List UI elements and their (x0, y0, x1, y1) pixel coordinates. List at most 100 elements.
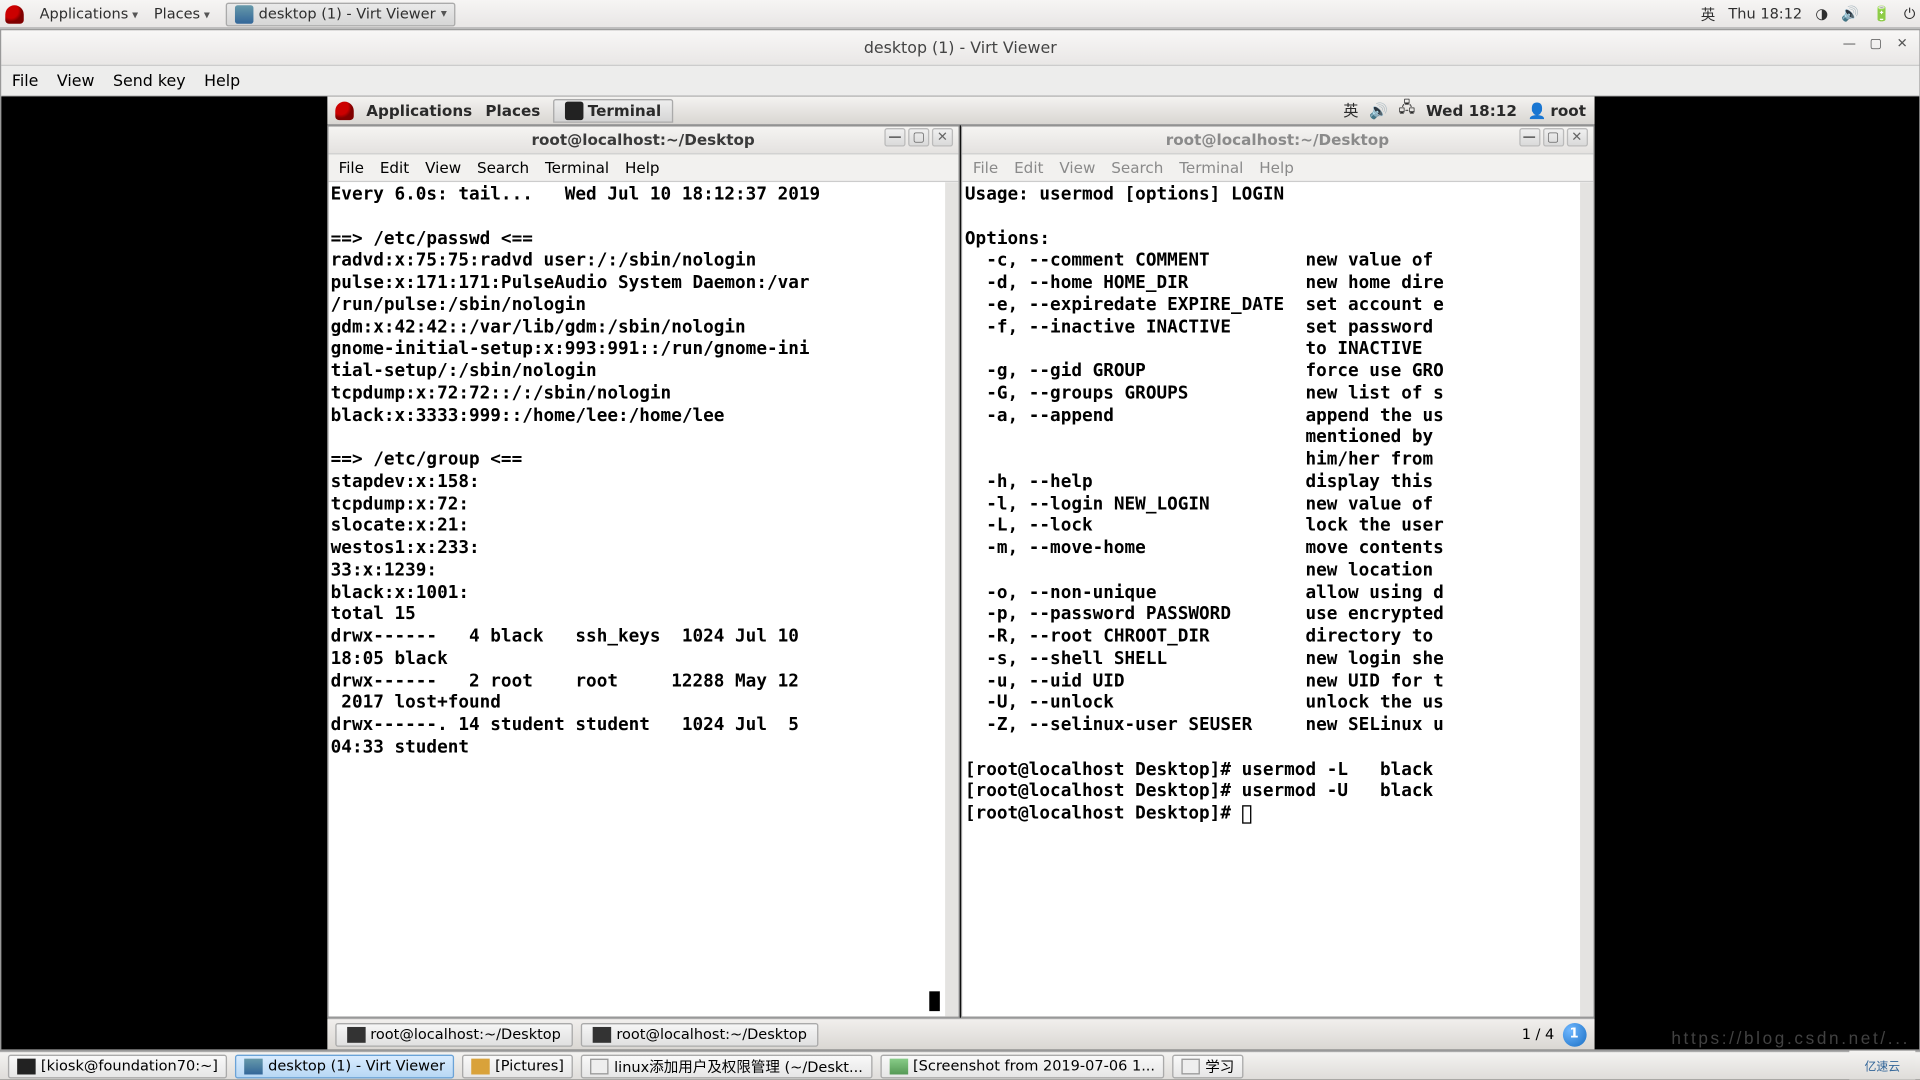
chevron-down-icon: ▾ (441, 7, 447, 20)
guest-task-terminal-2[interactable]: root@localhost:~/Desktop (581, 1022, 819, 1046)
terminal-left-minimize[interactable]: — (884, 128, 905, 146)
virt-title-bar[interactable]: desktop (1) - Virt Viewer — ▢ ✕ (1, 30, 1919, 66)
close-button[interactable]: ✕ (1893, 36, 1911, 54)
term-menu-search[interactable]: Search (1111, 158, 1163, 176)
terminal-right-title: root@localhost:~/Desktop (1166, 131, 1389, 149)
guest-clock[interactable]: Wed 18:12 (1426, 101, 1517, 119)
guest-terminal-tab[interactable]: Terminal (553, 98, 673, 122)
host-task-4[interactable]: [Screenshot from 2019-07-06 1... (880, 1054, 1164, 1078)
document-icon (1181, 1058, 1199, 1074)
scrollbar[interactable] (1579, 182, 1592, 1016)
terminal-left-content: Every 6.0s: tail... Wed Jul 10 18:12:37 … (331, 185, 821, 758)
terminal-tab-label: Terminal (588, 101, 661, 119)
guest-top-panel: Applications Places Terminal 英 🔊 🖧 Wed 1… (327, 96, 1594, 125)
virt-title-text: desktop (1) - Virt Viewer (864, 38, 1057, 56)
virt-menu-view[interactable]: View (57, 71, 95, 89)
ime-indicator[interactable]: 英 (1701, 3, 1716, 24)
guest-volume-icon[interactable]: 🔊 (1369, 101, 1388, 119)
guest-task-label: root@localhost:~/Desktop (370, 1026, 561, 1043)
terminal-right-content: Usage: usermod [options] LOGIN Options: … (965, 185, 1444, 824)
terminal-left-body[interactable]: Every 6.0s: tail... Wed Jul 10 18:12:37 … (328, 182, 958, 1016)
guest-places-menu[interactable]: Places (485, 101, 540, 119)
guest-applications-menu[interactable]: Applications (366, 101, 472, 119)
guest-network-icon[interactable]: 🖧 (1398, 98, 1415, 123)
image-icon (889, 1058, 907, 1074)
minimize-button[interactable]: — (1840, 36, 1858, 54)
term-menu-view[interactable]: View (1059, 158, 1095, 176)
watermark-text: https://blog.csdn.net/... (1671, 1028, 1910, 1048)
guest-user-label: root (1550, 101, 1586, 119)
host-bottom-panel: [kiosk@foundation70:~] desktop (1) - Vir… (0, 1051, 1920, 1080)
document-icon (590, 1058, 608, 1074)
host-task-3[interactable]: linux添加用户及权限管理 (~/Deskt... (581, 1054, 872, 1078)
virt-menu-help[interactable]: Help (204, 71, 240, 89)
host-task-1[interactable]: desktop (1) - Virt Viewer (235, 1054, 454, 1078)
terminal-right-maximize[interactable]: ▢ (1542, 128, 1563, 146)
virt-menu-sendkey[interactable]: Send key (113, 71, 186, 89)
guest-display[interactable]: Applications Places Terminal 英 🔊 🖧 Wed 1… (1, 96, 1919, 1049)
term-menu-edit[interactable]: Edit (380, 158, 409, 176)
volume-icon[interactable]: 🔊 (1841, 5, 1859, 22)
host-task-label: [Screenshot from 2019-07-06 1... (913, 1057, 1155, 1074)
host-task-5[interactable]: 学习 (1172, 1054, 1243, 1078)
guest-bottom-panel: root@localhost:~/Desktop root@localhost:… (327, 1018, 1594, 1050)
gnome-foot-icon (5, 5, 23, 23)
cloud-brand-logo: 亿速云 (1849, 1051, 1915, 1080)
guest-task-label: root@localhost:~/Desktop (616, 1026, 807, 1043)
terminal-left-maximize[interactable]: ▢ (908, 128, 929, 146)
active-app-tab[interactable]: desktop (1) - Virt Viewer ▾ (226, 2, 456, 26)
virt-viewer-window: desktop (1) - Virt Viewer — ▢ ✕ File Vie… (0, 29, 1920, 1051)
term-menu-search[interactable]: Search (477, 158, 529, 176)
active-app-label: desktop (1) - Virt Viewer (259, 5, 436, 22)
battery-icon[interactable]: 🔋 (1873, 5, 1891, 22)
host-top-panel: Applications Places desktop (1) - Virt V… (0, 0, 1920, 29)
maximize-button[interactable]: ▢ (1866, 36, 1884, 54)
term-menu-edit[interactable]: Edit (1014, 158, 1043, 176)
cursor-icon (1242, 805, 1251, 823)
host-task-label: linux添加用户及权限管理 (~/Deskt... (614, 1055, 863, 1076)
terminal-icon (347, 1026, 365, 1042)
cursor-icon (929, 991, 940, 1011)
terminal-left-title: root@localhost:~/Desktop (532, 131, 755, 149)
terminal-right-body[interactable]: Usage: usermod [options] LOGIN Options: … (962, 182, 1592, 1016)
host-task-2[interactable]: [Pictures] (462, 1054, 573, 1078)
term-menu-file[interactable]: File (973, 158, 998, 176)
places-menu[interactable]: Places (154, 5, 210, 22)
applications-menu[interactable]: Applications (40, 5, 138, 22)
host-clock[interactable]: Thu 18:12 (1728, 5, 1802, 22)
virt-menu-bar: File View Send key Help (1, 66, 1919, 96)
terminal-right-minimize[interactable]: — (1519, 128, 1540, 146)
scrollbar[interactable] (945, 182, 958, 1016)
terminal-icon (593, 1026, 611, 1042)
term-menu-terminal[interactable]: Terminal (1179, 158, 1243, 176)
terminal-left-title-bar[interactable]: root@localhost:~/Desktop — ▢ ✕ (328, 127, 958, 155)
a11y-icon[interactable]: ◑ (1815, 5, 1828, 22)
term-menu-help[interactable]: Help (625, 158, 660, 176)
term-menu-view[interactable]: View (425, 158, 461, 176)
host-task-label: [kiosk@foundation70:~] (41, 1057, 218, 1074)
terminal-left-menu: File Edit View Search Terminal Help (328, 154, 958, 182)
guest-ime-indicator[interactable]: 英 (1343, 100, 1358, 121)
folder-icon (471, 1058, 489, 1074)
notification-badge[interactable]: 1 (1562, 1022, 1586, 1046)
user-icon: 👤 (1527, 101, 1546, 119)
guest-user-menu[interactable]: 👤 root (1527, 101, 1585, 119)
terminal-right-menu: File Edit View Search Terminal Help (962, 154, 1592, 182)
virt-menu-file[interactable]: File (12, 71, 39, 89)
terminal-window-left: root@localhost:~/Desktop — ▢ ✕ File Edit… (327, 125, 960, 1017)
power-icon[interactable]: ⏻ (1904, 5, 1915, 23)
terminal-icon (565, 101, 583, 119)
guest-task-terminal-1[interactable]: root@localhost:~/Desktop (335, 1022, 573, 1046)
host-task-label: 学习 (1205, 1055, 1234, 1076)
term-menu-terminal[interactable]: Terminal (545, 158, 609, 176)
terminal-icon (17, 1058, 35, 1074)
terminal-right-close[interactable]: ✕ (1566, 128, 1587, 146)
terminal-left-close[interactable]: ✕ (932, 128, 953, 146)
term-menu-help[interactable]: Help (1259, 158, 1294, 176)
workspace-indicator[interactable]: 1 / 4 (1522, 1026, 1555, 1043)
app-icon (244, 1058, 262, 1074)
terminal-right-title-bar[interactable]: root@localhost:~/Desktop — ▢ ✕ (962, 127, 1592, 155)
host-task-0[interactable]: [kiosk@foundation70:~] (8, 1054, 227, 1078)
gnome-foot-icon (335, 101, 353, 119)
term-menu-file[interactable]: File (339, 158, 364, 176)
